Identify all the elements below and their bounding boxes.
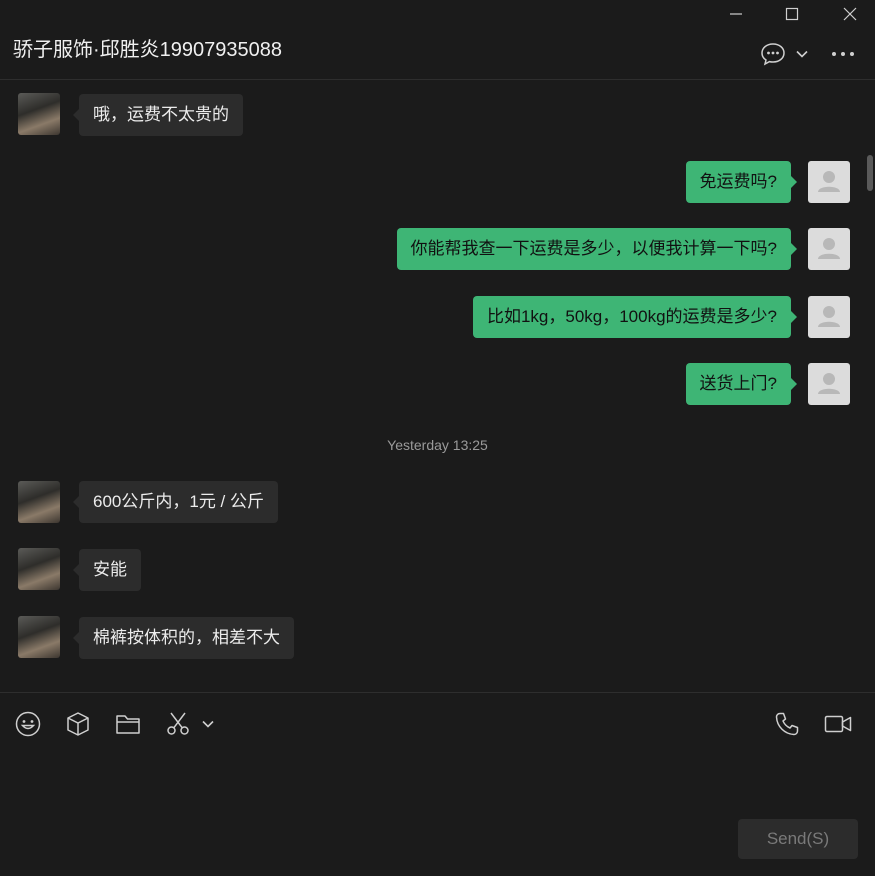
send-button[interactable]: Send(S) — [738, 819, 858, 859]
chat-title: 骄子服饰·邱胜炎19907935088 — [13, 39, 283, 61]
peer-avatar[interactable] — [18, 481, 60, 523]
message-bubble-self: 免运费吗? — [685, 161, 798, 203]
self-avatar[interactable] — [808, 296, 850, 338]
self-avatar[interactable] — [808, 161, 850, 203]
peer-avatar[interactable] — [18, 93, 60, 135]
scissors-icon[interactable] — [164, 710, 192, 738]
message-timestamp: Yesterday 13:25 — [387, 437, 488, 453]
chat-bubble-icon[interactable] — [759, 41, 787, 67]
message-input[interactable] — [10, 750, 869, 814]
chat-window: 骄子服饰·邱胜炎19907935088 哦，运费不太贵的 免运费吗? 你能帮我查… — [0, 0, 875, 876]
message-bubble-self: 比如1kg，50kg，100kg的运费是多少? — [472, 296, 798, 338]
video-icon[interactable] — [823, 710, 853, 738]
chat-header: 骄子服饰·邱胜炎19907935088 — [0, 0, 875, 80]
peer-avatar[interactable] — [18, 548, 60, 590]
message-bubble-peer: 哦，运费不太贵的 — [73, 94, 243, 136]
composer-divider — [0, 692, 875, 693]
chevron-down-icon[interactable] — [200, 716, 216, 732]
scrollbar-thumb[interactable] — [867, 155, 873, 191]
phone-icon[interactable] — [773, 710, 801, 738]
folder-icon[interactable] — [114, 710, 142, 738]
cube-icon[interactable] — [64, 710, 92, 738]
self-avatar[interactable] — [808, 363, 850, 405]
chevron-down-icon[interactable] — [794, 46, 810, 62]
message-bubble-peer: 600公斤内，1元 / 公斤 — [73, 481, 278, 523]
message-bubble-self: 送货上门? — [685, 363, 798, 405]
emoji-icon[interactable] — [14, 710, 42, 738]
message-bubble-self: 你能帮我查一下运费是多少，以便我计算一下吗? — [396, 228, 798, 270]
self-avatar[interactable] — [808, 228, 850, 270]
message-bubble-peer: 棉裤按体积的，相差不大 — [73, 617, 294, 659]
peer-avatar[interactable] — [18, 616, 60, 658]
more-icon[interactable] — [830, 44, 856, 64]
message-bubble-peer: 安能 — [73, 549, 141, 591]
